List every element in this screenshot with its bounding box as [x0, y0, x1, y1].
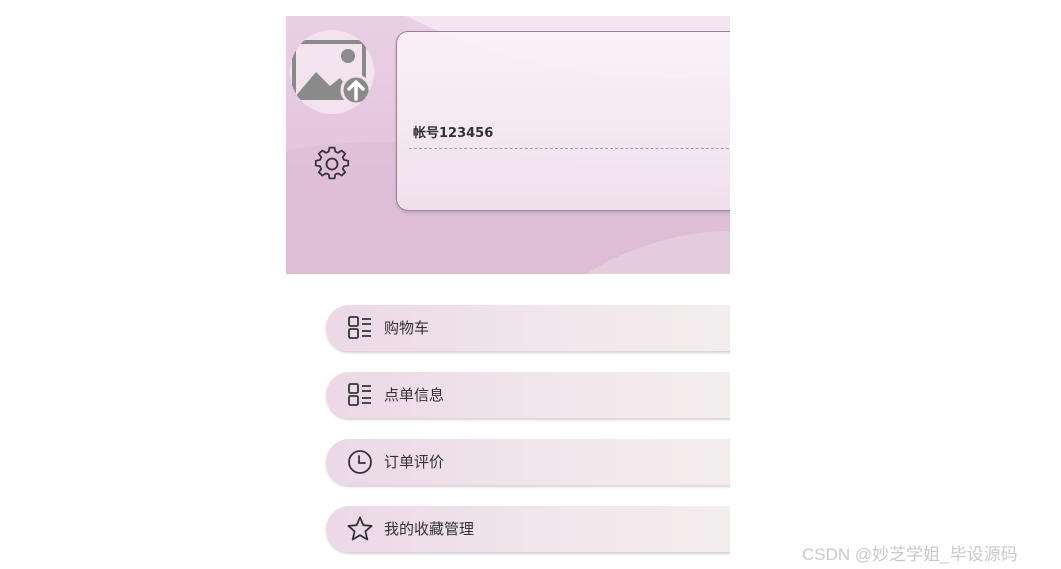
menu-item-order-info[interactable]: 点单信息	[326, 372, 730, 418]
gear-icon	[314, 146, 350, 180]
menu-item-label: 我的收藏管理	[384, 520, 475, 538]
clock-icon	[346, 448, 374, 476]
settings-button[interactable]	[314, 146, 350, 182]
image-upload-icon	[292, 40, 372, 106]
menu-item-order-review[interactable]: 订单评价	[326, 439, 730, 485]
profile-screen: 帐号123456 购物车 点单信息 订单评价 我的收藏管理	[286, 16, 730, 569]
menu-item-label: 购物车	[384, 319, 430, 337]
profile-header: 帐号123456	[286, 16, 730, 274]
menu-item-label: 点单信息	[384, 386, 445, 404]
menu-item-label: 订单评价	[384, 453, 445, 471]
account-card: 帐号123456	[396, 31, 730, 211]
watermark: CSDN @妙芝学姐_毕设源码	[802, 545, 1018, 564]
account-label: 帐号123456	[413, 126, 494, 141]
card-divider	[409, 148, 730, 149]
list-grid-icon	[346, 381, 374, 409]
list-grid-icon	[346, 314, 374, 342]
avatar-upload[interactable]	[290, 30, 374, 114]
menu-item-favorites[interactable]: 我的收藏管理	[326, 506, 730, 552]
star-icon	[346, 515, 374, 543]
menu-item-cart[interactable]: 购物车	[326, 305, 730, 351]
